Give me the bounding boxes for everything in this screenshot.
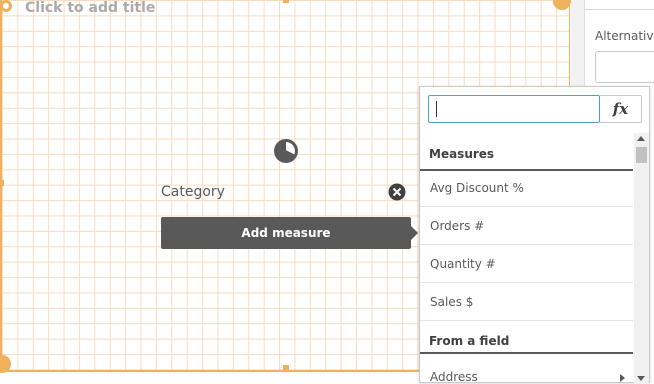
list-item[interactable]: Quantity # — [420, 245, 633, 283]
alternative-input[interactable] — [595, 51, 654, 83]
resize-handle-left[interactable] — [0, 180, 4, 186]
list-item[interactable]: Orders # — [420, 207, 633, 245]
pie-chart-icon — [274, 139, 298, 163]
scrollbar[interactable] — [634, 133, 649, 384]
expression-editor-button[interactable]: fx — [600, 95, 642, 123]
field-item[interactable]: Address — [420, 358, 633, 384]
dropdown-list[interactable]: Measures Avg Discount % Orders # Quantit… — [420, 133, 633, 384]
search-input[interactable] — [428, 95, 600, 123]
list-item[interactable]: Sales $ — [420, 283, 633, 321]
resize-corner-bottom-left[interactable] — [0, 355, 11, 373]
from-a-field-header: From a field — [420, 329, 633, 354]
scroll-thumb[interactable] — [636, 147, 647, 163]
resize-handle-top[interactable] — [283, 0, 289, 3]
remove-dimension-icon[interactable] — [388, 183, 406, 201]
alternative-label: Alternative — [595, 29, 654, 43]
add-measure-button[interactable]: Add measure — [161, 217, 418, 249]
chevron-right-icon — [620, 374, 625, 382]
dimension-label: Category — [161, 184, 225, 200]
list-item[interactable]: Avg Discount % — [420, 169, 633, 207]
scroll-down-icon[interactable] — [637, 376, 645, 381]
measure-dropdown: fx Measures Avg Discount % Orders # Quan… — [419, 86, 650, 384]
resize-handle-bottom[interactable] — [283, 365, 289, 371]
text-cursor — [436, 101, 437, 117]
field-item-label: Address — [430, 370, 478, 384]
measures-header: Measures — [420, 133, 633, 171]
resize-corner-top-right[interactable] — [553, 0, 571, 10]
panel-top-divider — [585, 0, 654, 10]
chart-title-placeholder[interactable]: Click to add title — [25, 0, 155, 16]
chart-title-icon — [2, 0, 12, 12]
scroll-up-icon[interactable] — [637, 136, 645, 141]
